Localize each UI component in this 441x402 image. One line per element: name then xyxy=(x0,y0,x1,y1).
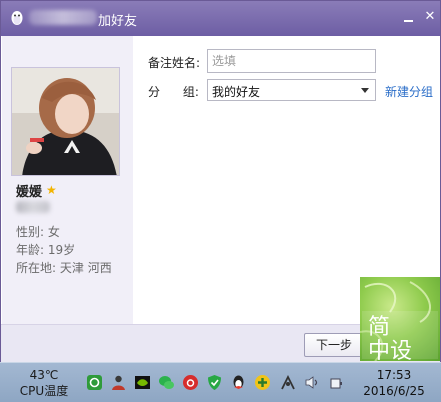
blurred-account-number xyxy=(16,201,50,213)
clock-date: 2016/6/25 xyxy=(363,384,425,398)
title-bar[interactable]: 加好友 ✕ xyxy=(1,1,440,36)
watermark-line1: 简 xyxy=(368,315,390,340)
avatar-photo xyxy=(12,68,119,175)
nickname-row: 媛媛 ★ xyxy=(16,182,57,200)
group-selected-value: 我的好友 xyxy=(212,85,261,99)
location-value: 天津 河西 xyxy=(59,261,112,275)
age-line: 年龄: 19岁 xyxy=(16,241,75,258)
watermark-line2: 中设 xyxy=(368,339,412,361)
star-icon: ★ xyxy=(46,183,57,197)
watermark-logo: 简 中设 xyxy=(360,277,440,361)
close-button[interactable]: ✕ xyxy=(420,7,440,27)
location-line: 所在地: 天津 河西 xyxy=(16,259,112,276)
group-label: 分 组: xyxy=(148,85,199,99)
cpu-temp-label: CPU温度 xyxy=(19,384,69,398)
wechat-icon[interactable] xyxy=(158,374,175,391)
age-value: 19岁 xyxy=(47,243,76,257)
age-label: 年龄: xyxy=(16,243,45,257)
location-label: 所在地: xyxy=(16,261,57,275)
leaf-pattern: 简 中设 xyxy=(360,281,438,361)
dropdown-arrow-icon[interactable] xyxy=(361,88,369,93)
network-icon[interactable] xyxy=(280,374,297,391)
qq-icon[interactable] xyxy=(230,374,247,391)
system-clock[interactable]: 17:53 2016/6/25 xyxy=(354,367,434,399)
minimize-button[interactable] xyxy=(398,7,418,27)
plus-icon[interactable] xyxy=(254,374,271,391)
shield-icon[interactable] xyxy=(206,374,223,391)
nvidia-icon[interactable] xyxy=(134,374,151,391)
360-guard-icon[interactable] xyxy=(86,374,103,391)
blurred-contact-name xyxy=(29,10,97,25)
cpu-temperature-widget[interactable]: 43℃ CPU温度 xyxy=(14,367,74,399)
add-friend-dialog: 加好友 ✕ 媛媛 ★ 性别: 女 年龄: 19岁 所在地: 天津 河西 备注姓名… xyxy=(0,0,441,362)
nickname: 媛媛 xyxy=(16,184,43,200)
remark-name-input[interactable] xyxy=(207,49,376,73)
gender-line: 性别: 女 xyxy=(16,223,60,240)
group-select[interactable]: 我的好友 xyxy=(207,79,376,101)
qq-penguin-icon xyxy=(11,11,23,25)
power-icon[interactable] xyxy=(328,374,345,391)
new-group-link[interactable]: 新建分组 xyxy=(385,83,433,100)
cpu-temperature: 43℃ xyxy=(29,368,59,382)
netease-music-icon[interactable] xyxy=(182,374,199,391)
gender-label: 性别: xyxy=(16,225,45,239)
avatar[interactable] xyxy=(11,67,120,176)
gender-value: 女 xyxy=(47,225,60,239)
taskbar: 43℃ CPU温度 17:53 2016/6/25 xyxy=(0,362,441,402)
clock-time: 17:53 xyxy=(376,368,412,382)
user-icon[interactable] xyxy=(110,374,127,391)
profile-panel: 媛媛 ★ 性别: 女 年龄: 19岁 所在地: 天津 河西 xyxy=(2,36,133,324)
volume-icon[interactable] xyxy=(304,374,321,391)
window-title: 加好友 xyxy=(98,14,138,29)
remark-label: 备注姓名: xyxy=(148,56,201,70)
